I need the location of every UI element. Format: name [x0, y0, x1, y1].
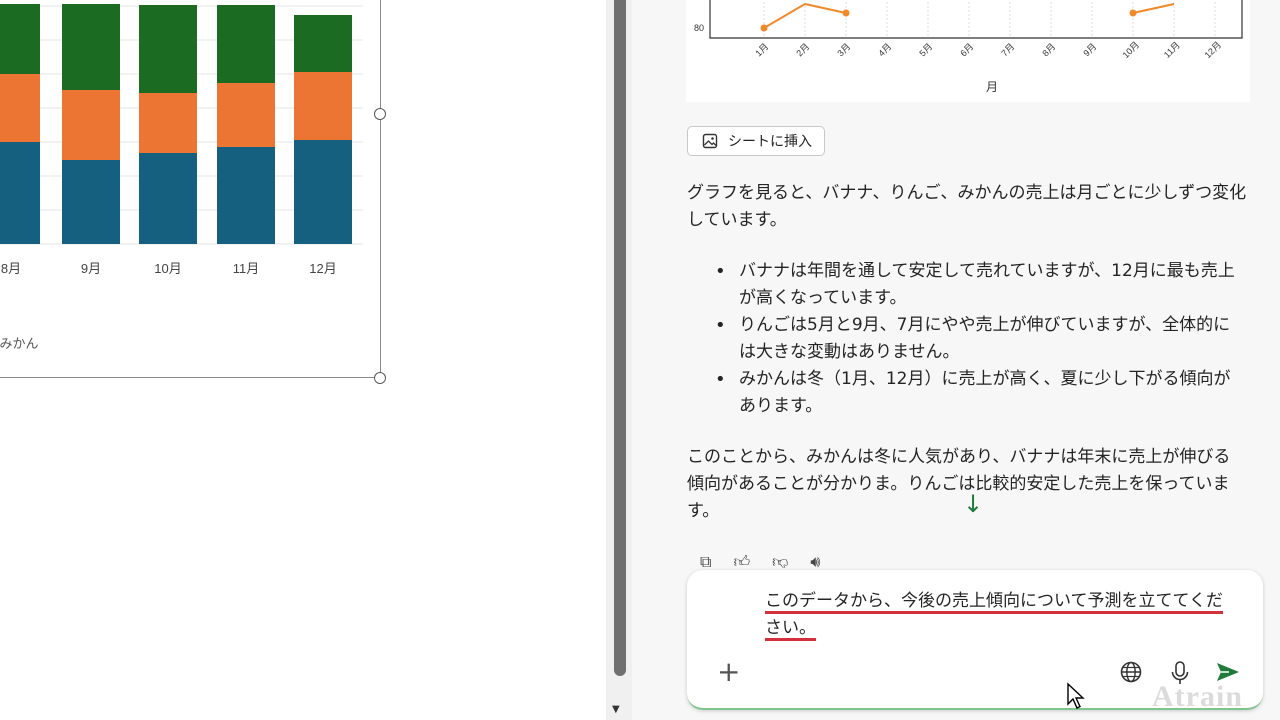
x-tick-label: 8月	[1040, 41, 1057, 58]
scrollbar-thumb[interactable]	[614, 0, 626, 676]
globe-icon[interactable]	[1119, 660, 1143, 684]
insert-button-label: シートに挿入	[728, 134, 812, 150]
chart-legend: / みかん	[0, 337, 39, 352]
bar-segment	[217, 83, 275, 147]
response-bullet-list: バナナは年間を通して安定して売れていますが、12月に最も売上が高くなっています。…	[687, 258, 1247, 420]
bar-segment	[139, 93, 197, 153]
x-tick-label: 2月	[794, 41, 811, 58]
x-tick-label: 12月	[1203, 40, 1224, 61]
resize-handle-right[interactable]	[374, 108, 386, 120]
watermark-logo: Atrain	[1152, 680, 1243, 713]
x-tick-label: 1月	[753, 41, 770, 58]
series-line	[804, 3, 847, 14]
spreadsheet-area[interactable]: 8月 9月 10月 11月 12月 / みかん	[0, 0, 610, 720]
x-tick-label: 4月	[876, 41, 893, 58]
scroll-to-bottom-icon[interactable]: ↓	[963, 490, 983, 518]
insert-to-sheet-button[interactable]: シートに挿入	[687, 126, 825, 156]
generated-line-chart: 80 1月 2月 3月 4月 5月 6月 7月 8月 9月 10月 11月 12月月	[686, 0, 1250, 102]
response-intro: グラフを見ると、バナナ、りんご、みかんの売上は月ごとに少しずつ変化しています。	[687, 183, 1247, 230]
y-tick-label: 80	[694, 23, 704, 33]
data-point	[1129, 9, 1137, 17]
x-tick-label: 11月	[1162, 40, 1182, 60]
composer-input-text: このデータから、今後の売上傾向について予測を立ててください。	[765, 591, 1223, 641]
bar-segment	[294, 72, 352, 140]
bullet-mikan: みかんは冬（1月、12月）に売上が高く、夏に少し下がる傾向があります。	[715, 366, 1247, 420]
bar-segment	[62, 4, 120, 90]
bullet-banana: バナナは年間を通して安定して売れていますが、12月に最も売上が高くなっています。	[715, 258, 1247, 312]
mouse-pointer-icon	[1067, 682, 1085, 709]
data-point	[842, 9, 850, 17]
bullet-apple: りんごは5月と9月、7月にやや売上が伸びていますが、全体的には大きな変動はありま…	[715, 312, 1247, 366]
bar-segment	[0, 74, 40, 142]
x-tick-label: 8月	[1, 261, 21, 276]
stacked-bar-chart: 8月 9月 10月 11月 12月	[0, 4, 363, 276]
x-tick-label: 12月	[309, 261, 336, 276]
speaker-icon[interactable]: 🔊︎	[810, 552, 820, 568]
bar-segment	[217, 147, 275, 244]
bar-segment	[294, 15, 352, 72]
bar-segment	[0, 4, 40, 74]
x-tick-label: 5月	[917, 41, 934, 58]
resize-handle-corner[interactable]	[374, 372, 386, 384]
x-tick-label: 9月	[1081, 41, 1098, 58]
composer-input[interactable]: このデータから、今後の売上傾向について予測を立ててください。	[765, 588, 1239, 642]
image-icon	[702, 133, 718, 149]
embedded-chart[interactable]: 8月 9月 10月 11月 12月 / みかん	[0, 0, 386, 384]
series-line	[763, 3, 806, 29]
x-tick-label: 6月	[958, 41, 975, 58]
bar-segment	[217, 5, 275, 83]
scroll-down-arrow-icon[interactable]: ▼	[612, 704, 620, 715]
x-tick-label: 9月	[81, 261, 101, 276]
bar-segment	[139, 5, 197, 93]
response-actions: ⧉ 👍︎ 👎︎ 🔊︎	[700, 552, 821, 568]
bar-segment	[62, 90, 120, 160]
x-tick-label: 11月	[233, 261, 260, 276]
x-tick-label: 10月	[154, 261, 181, 276]
line-chart-svg: 80 1月 2月 3月 4月 5月 6月 7月 8月 9月 10月 11月 12月月	[694, 0, 1243, 94]
thumbs-up-icon[interactable]: 👍︎	[733, 552, 750, 568]
bar-segment	[62, 160, 120, 244]
bar-segment	[294, 140, 352, 244]
data-point	[760, 24, 768, 32]
bar-segment	[139, 153, 197, 244]
x-tick-label: 10月	[1121, 40, 1142, 61]
add-attachment-icon[interactable]: +	[717, 658, 740, 686]
x-tick-label: 3月	[835, 41, 852, 58]
x-tick-label: 7月	[999, 41, 1016, 58]
series-line	[1132, 3, 1175, 14]
copy-icon[interactable]: ⧉	[700, 552, 711, 568]
thumbs-down-icon[interactable]: 👎︎	[772, 552, 788, 568]
x-axis-label: 月	[986, 80, 998, 94]
bar-segment	[0, 142, 40, 244]
